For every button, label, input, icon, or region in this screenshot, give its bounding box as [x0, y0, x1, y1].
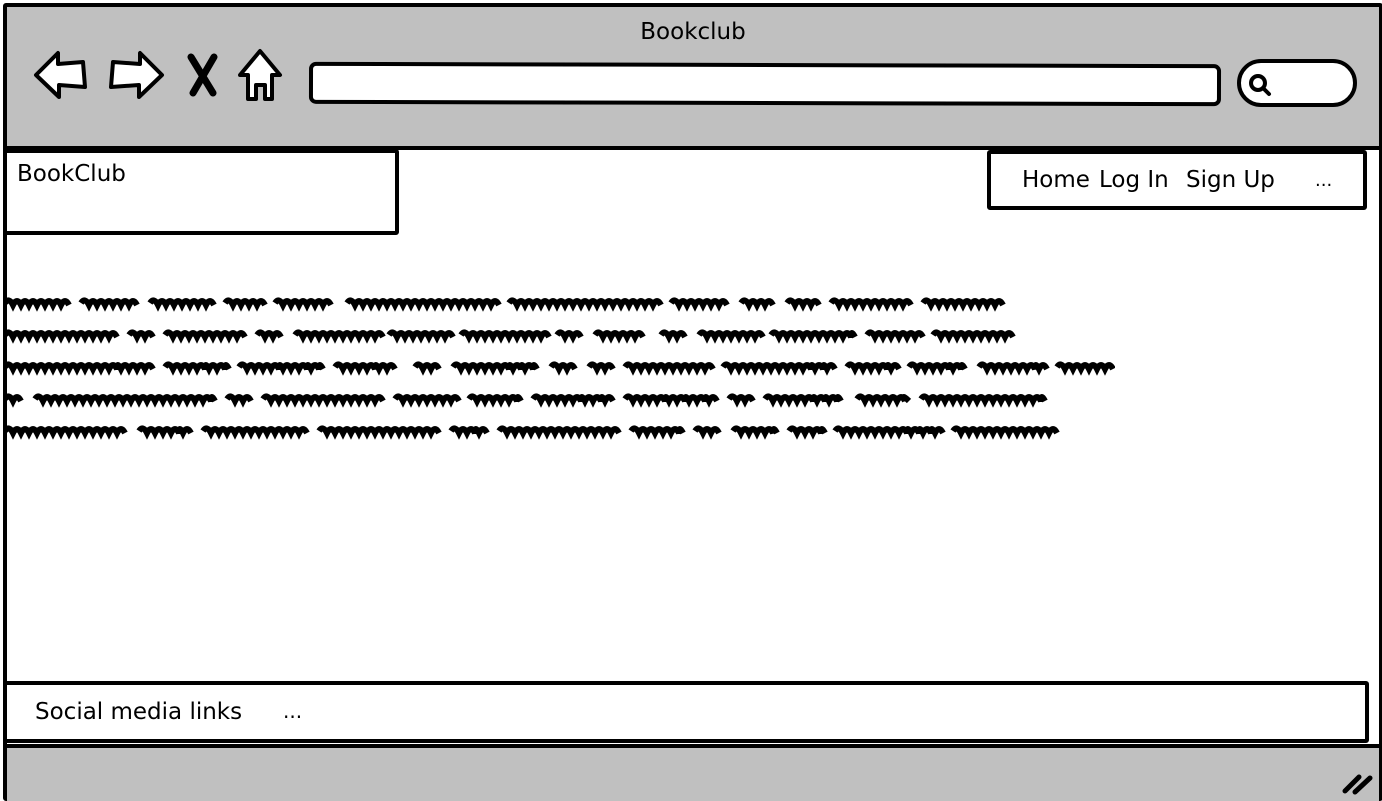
- footer-more-link[interactable]: ...: [283, 699, 302, 723]
- search-field[interactable]: [1237, 59, 1357, 107]
- back-arrow-icon[interactable]: [31, 47, 91, 103]
- placeholder-text-line: [5, 361, 1115, 376]
- placeholder-text-line: [5, 297, 1006, 312]
- nav-link-more[interactable]: ...: [1315, 170, 1332, 191]
- browser-window: Bookclub BookClub Home Log In Sign Up ..…: [3, 3, 1382, 801]
- nav-link-home[interactable]: Home: [1022, 167, 1090, 193]
- footer-social-label: Social media links: [35, 699, 243, 725]
- browser-statusbar: [7, 744, 1379, 801]
- site-brand-box: BookClub: [3, 149, 399, 235]
- placeholder-text-line: [5, 393, 1048, 408]
- nav-link-login[interactable]: Log In: [1099, 167, 1169, 193]
- placeholder-text-block: [5, 289, 1115, 449]
- resize-grip-icon[interactable]: [1341, 765, 1375, 795]
- placeholder-text-line: [5, 329, 1016, 344]
- browser-titlebar: Bookclub: [7, 7, 1379, 150]
- site-brand[interactable]: BookClub: [17, 161, 126, 187]
- site-footer: Social media links ...: [3, 681, 1369, 743]
- search-icon: [1249, 74, 1271, 96]
- placeholder-text-line: [5, 425, 1060, 440]
- nav-link-signup[interactable]: Sign Up: [1186, 167, 1275, 193]
- close-x-icon[interactable]: [185, 53, 221, 97]
- url-bar[interactable]: [308, 61, 1222, 107]
- window-title: Bookclub: [640, 19, 746, 45]
- home-icon[interactable]: [235, 47, 285, 105]
- site-nav: Home Log In Sign Up ...: [987, 150, 1367, 210]
- forward-arrow-icon[interactable]: [107, 47, 167, 103]
